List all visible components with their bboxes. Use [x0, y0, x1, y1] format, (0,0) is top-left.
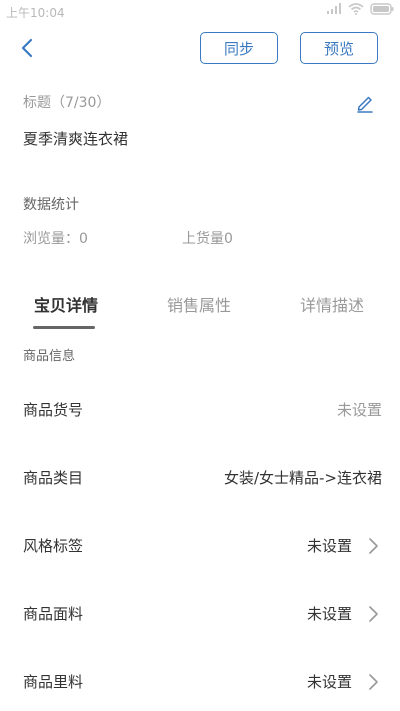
active-tab-indicator	[33, 326, 95, 329]
row-label: 商品里料	[23, 673, 84, 691]
row-label: 商品类目	[23, 469, 84, 487]
sync-button[interactable]: 同步	[200, 32, 278, 64]
signal-icon	[327, 3, 341, 14]
tab-sales-attributes[interactable]: 销售属性	[167, 292, 231, 316]
row-value: 女装/女士精品->连衣裙	[223, 469, 382, 487]
status-icons	[326, 3, 394, 15]
status-bar: 上午10:04	[0, 0, 400, 24]
edit-title-button[interactable]	[354, 92, 376, 114]
row-fabric[interactable]: 商品面料 未设置	[0, 592, 400, 636]
row-lining[interactable]: 商品里料 未设置	[0, 660, 400, 704]
row-value: 未设置	[336, 401, 382, 419]
stock-count: 上货量0	[182, 231, 233, 247]
pencil-icon	[357, 96, 373, 113]
stats-label: 数据统计	[23, 197, 79, 213]
wifi-icon	[348, 3, 364, 15]
row-label: 商品货号	[23, 401, 84, 419]
chevron-right-icon	[369, 674, 378, 690]
row-value: 未设置	[306, 537, 352, 555]
row-label: 风格标签	[23, 537, 84, 555]
title-value: 夏季清爽连衣裙	[23, 130, 129, 148]
tab-product-details[interactable]: 宝贝详情	[34, 292, 98, 316]
title-label: 标题（7/30）	[23, 95, 111, 111]
battery-icon	[370, 3, 394, 15]
status-time: 上午10:04	[6, 6, 65, 20]
back-button[interactable]	[14, 34, 42, 62]
chevron-right-icon	[369, 606, 378, 622]
section-label: 商品信息	[23, 349, 76, 364]
row-label: 商品面料	[23, 605, 84, 623]
row-value: 未设置	[306, 673, 352, 691]
row-style-tags[interactable]: 风格标签 未设置	[0, 524, 400, 568]
row-product-number[interactable]: 商品货号 未设置	[0, 388, 400, 432]
chevron-left-icon	[21, 38, 33, 58]
row-value: 未设置	[306, 605, 352, 623]
views-count: 浏览量：0	[23, 231, 88, 247]
row-product-category[interactable]: 商品类目 女装/女士精品->连衣裙	[0, 456, 400, 500]
tab-detail-description[interactable]: 详情描述	[300, 292, 364, 316]
chevron-right-icon	[369, 538, 378, 554]
preview-button[interactable]: 预览	[300, 32, 378, 64]
tab-bar: 宝贝详情 销售属性 详情描述	[0, 286, 400, 332]
